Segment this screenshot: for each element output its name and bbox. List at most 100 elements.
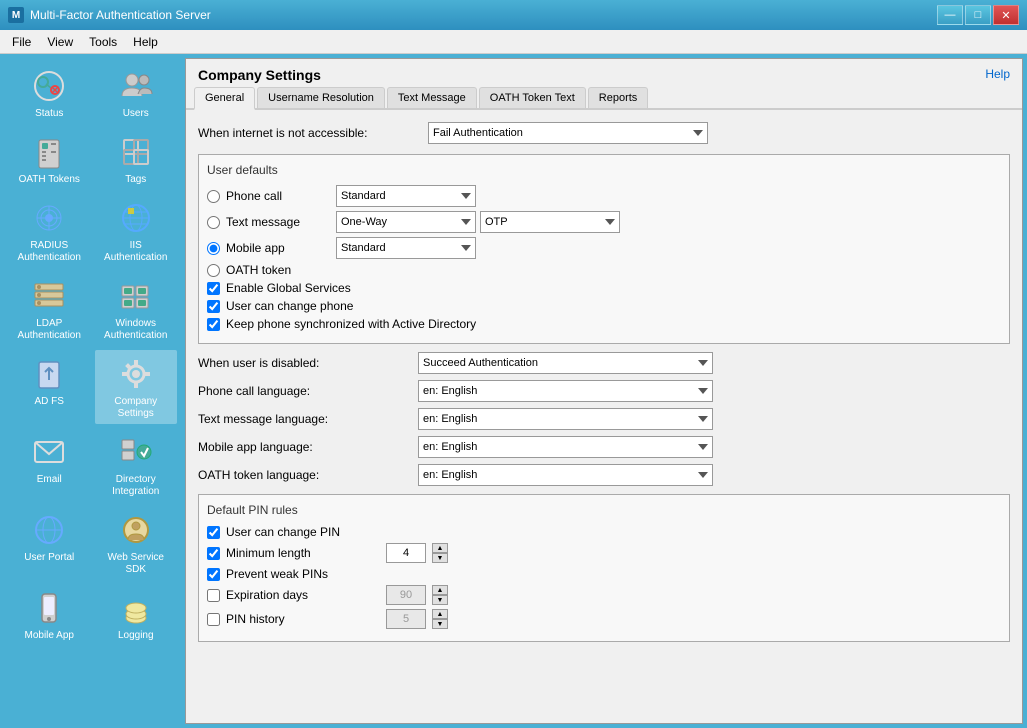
sidebar-item-iis[interactable]: IIS Authentication (95, 194, 178, 268)
mobile-app-radio[interactable] (207, 242, 220, 255)
sidebar-item-status[interactable]: Status (8, 62, 91, 124)
text-message-select[interactable]: One-Way Two-Way (336, 211, 476, 233)
title-bar-left: M Multi-Factor Authentication Server (8, 7, 211, 23)
phone-lang-select[interactable]: en: English fr: French (418, 380, 713, 402)
oath-token-row: OATH token (207, 263, 1001, 277)
mobile-app-select[interactable]: Standard Custom (336, 237, 476, 259)
when-disabled-label: When user is disabled: (198, 356, 418, 370)
directory-integration-icon (116, 432, 156, 472)
text-lang-select[interactable]: en: English fr: French (418, 408, 713, 430)
minimize-button[interactable]: — (937, 5, 963, 25)
oath-token-radio[interactable] (207, 264, 220, 277)
when-disabled-select[interactable]: Succeed Authentication Fail Authenticati… (418, 352, 713, 374)
pin-history-down-button[interactable]: ▼ (432, 619, 448, 629)
restore-button[interactable]: □ (965, 5, 991, 25)
keep-phone-sync-row: Keep phone synchronized with Active Dire… (207, 317, 1001, 331)
iis-label: IIS Authentication (99, 240, 174, 264)
sidebar-item-mobile-app[interactable]: Mobile App (8, 584, 91, 646)
min-length-row: Minimum length ▲ ▼ (207, 543, 1001, 563)
mobile-lang-select[interactable]: en: English fr: French (418, 436, 713, 458)
mobile-app-label: Mobile App (25, 630, 74, 642)
min-length-checkbox[interactable] (207, 547, 220, 560)
sidebar-item-oath-tokens[interactable]: OATH Tokens (8, 128, 91, 190)
sidebar-item-windows[interactable]: Windows Authentication (95, 272, 178, 346)
min-length-up-button[interactable]: ▲ (432, 543, 448, 553)
enable-global-checkbox[interactable] (207, 282, 220, 295)
iis-icon (116, 198, 156, 238)
expiration-label: Expiration days (226, 588, 386, 602)
sidebar-item-ldap[interactable]: LDAP Authentication (8, 272, 91, 346)
mobile-app-label: Mobile app (226, 241, 336, 255)
menu-help[interactable]: Help (125, 33, 166, 51)
user-change-phone-checkbox[interactable] (207, 300, 220, 313)
pin-history-spinner-buttons: ▲ ▼ (432, 609, 448, 629)
tags-label: Tags (125, 174, 146, 186)
internet-row: When internet is not accessible: Fail Au… (198, 122, 1010, 144)
title-bar: M Multi-Factor Authentication Server — □… (0, 0, 1027, 30)
sidebar-item-email[interactable]: Email (8, 428, 91, 502)
keep-phone-sync-checkbox[interactable] (207, 318, 220, 331)
user-change-pin-checkbox[interactable] (207, 526, 220, 539)
expiration-up-button[interactable]: ▲ (432, 585, 448, 595)
prevent-weak-checkbox[interactable] (207, 568, 220, 581)
keep-phone-sync-label: Keep phone synchronized with Active Dire… (226, 317, 476, 331)
pin-history-input[interactable] (386, 609, 426, 629)
sidebar-item-radius[interactable]: RADIUS Authentication (8, 194, 91, 268)
mobile-app-row: Mobile app Standard Custom (207, 237, 1001, 259)
user-defaults-section: User defaults Phone call Standard Custom… (198, 154, 1010, 344)
tab-text-message[interactable]: Text Message (387, 87, 477, 108)
windows-icon (116, 276, 156, 316)
user-change-phone-row: User can change phone (207, 299, 1001, 313)
web-service-sdk-icon (116, 510, 156, 550)
text-lang-label: Text message language: (198, 412, 418, 426)
directory-integration-label: Directory Integration (99, 474, 174, 498)
sidebar-item-users[interactable]: Users (95, 62, 178, 124)
sidebar-item-tags[interactable]: Tags (95, 128, 178, 190)
pin-rules-title: Default PIN rules (207, 503, 1001, 517)
prevent-weak-label: Prevent weak PINs (226, 567, 328, 581)
menu-tools[interactable]: Tools (81, 33, 125, 51)
close-button[interactable]: ✕ (993, 5, 1019, 25)
sidebar-item-company-settings[interactable]: Company Settings (95, 350, 178, 424)
phone-call-radio[interactable] (207, 190, 220, 203)
email-icon (29, 432, 69, 472)
pin-history-checkbox[interactable] (207, 613, 220, 626)
users-icon (116, 66, 156, 106)
tab-reports[interactable]: Reports (588, 87, 649, 108)
sidebar-item-directory-integration[interactable]: Directory Integration (95, 428, 178, 502)
status-icon (29, 66, 69, 106)
oath-lang-select[interactable]: en: English fr: French (418, 464, 713, 486)
text-message-radio[interactable] (207, 216, 220, 229)
menu-file[interactable]: File (4, 33, 39, 51)
min-length-down-button[interactable]: ▼ (432, 553, 448, 563)
oath-tokens-icon (29, 132, 69, 172)
expiration-down-button[interactable]: ▼ (432, 595, 448, 605)
radius-label: RADIUS Authentication (12, 240, 87, 264)
menu-view[interactable]: View (39, 33, 81, 51)
title-controls: — □ ✕ (937, 5, 1019, 25)
pin-history-up-button[interactable]: ▲ (432, 609, 448, 619)
expiration-input[interactable] (386, 585, 426, 605)
text-message-sub-select[interactable]: OTP PIN (480, 211, 620, 233)
oath-lang-row: OATH token language: en: English fr: Fre… (198, 464, 1010, 486)
help-link[interactable]: Help (985, 67, 1010, 81)
min-length-input[interactable] (386, 543, 426, 563)
content-header: Company Settings Help (186, 59, 1022, 87)
tab-general[interactable]: General (194, 87, 255, 110)
windows-label: Windows Authentication (99, 318, 174, 342)
phone-call-select[interactable]: Standard Custom (336, 185, 476, 207)
sidebar-item-user-portal[interactable]: User Portal (8, 506, 91, 580)
expiration-checkbox[interactable] (207, 589, 220, 602)
tab-oath-token-text[interactable]: OATH Token Text (479, 87, 586, 108)
pin-history-label: PIN history (226, 612, 386, 626)
pin-rules-section: Default PIN rules User can change PIN Mi… (198, 494, 1010, 642)
tabs-bar: General Username Resolution Text Message… (186, 87, 1022, 110)
sidebar-item-web-service-sdk[interactable]: Web Service SDK (95, 506, 178, 580)
internet-select[interactable]: Fail Authentication Succeed Authenticati… (428, 122, 708, 144)
sidebar-item-adfs[interactable]: AD FS (8, 350, 91, 424)
status-label: Status (35, 108, 63, 120)
sidebar-item-logging[interactable]: Logging (95, 584, 178, 646)
tab-username-resolution[interactable]: Username Resolution (257, 87, 385, 108)
enable-global-row: Enable Global Services (207, 281, 1001, 295)
mobile-lang-row: Mobile app language: en: English fr: Fre… (198, 436, 1010, 458)
